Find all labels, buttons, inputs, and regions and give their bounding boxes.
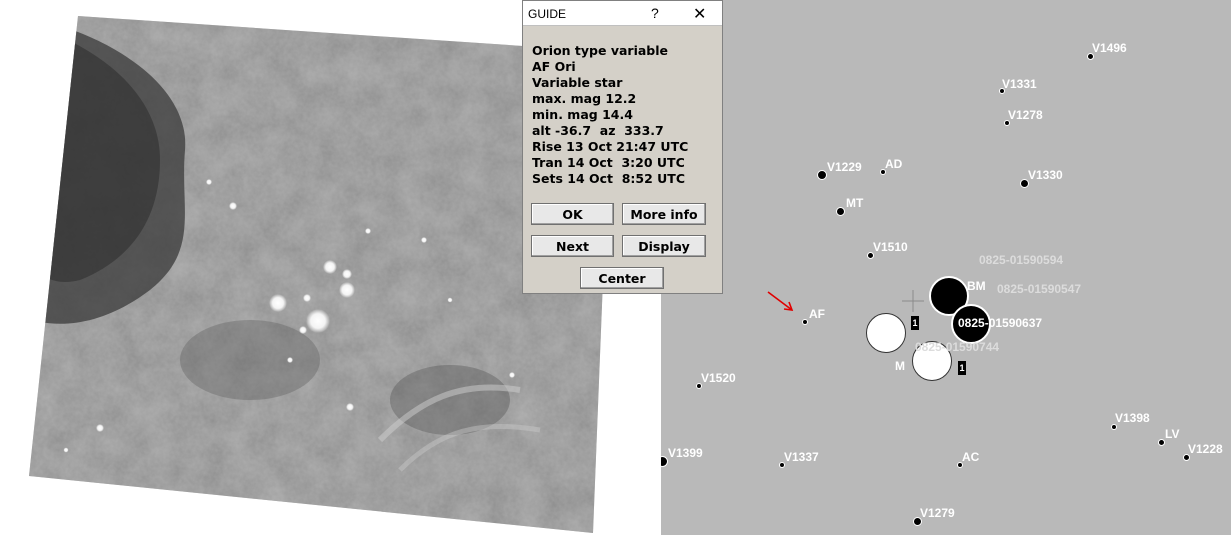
object-label-v1337[interactable]: V1337 [784,451,819,463]
object-label-v1398[interactable]: V1398 [1115,412,1150,424]
object-label-bm[interactable]: BM [967,280,986,292]
center-button[interactable]: Center [580,267,664,289]
object-label-v1229[interactable]: V1229 [827,161,862,173]
object-label-mt[interactable]: MT [846,197,863,209]
dialog-title: GUIDE [528,7,567,21]
object-label-v1520[interactable]: V1520 [701,372,736,384]
object-label-v1399[interactable]: V1399 [668,447,703,459]
star-dot[interactable] [836,207,845,216]
close-icon[interactable]: ✕ [693,4,706,24]
help-icon[interactable]: ? [651,5,659,21]
star-dot[interactable] [817,170,827,180]
object-label-0825-01590594[interactable]: 0825-01590594 [979,254,1063,266]
star-dot[interactable] [661,456,668,467]
bright-star-disk-white[interactable] [866,313,906,353]
dialog-titlebar[interactable]: GUIDE ? ✕ [523,1,722,26]
object-info: Orion type variable AF Ori Variable star… [532,43,688,187]
info-line-set: Sets 14 Oct 8:52 UTC [532,171,686,186]
object-label-0825-01590547[interactable]: 0825-01590547 [997,283,1081,295]
display-button[interactable]: Display [622,235,706,257]
object-label-v1228[interactable]: V1228 [1188,443,1223,455]
info-line-min-mag: min. mag 14.4 [532,107,633,122]
object-label-0825-01590637[interactable]: 0825-01590637 [958,317,1042,329]
object-label-af[interactable]: AF [809,308,825,320]
object-label-v1330[interactable]: V1330 [1028,169,1063,181]
star-chart[interactable]: 1 1 V1496 V1331 V1278 V1229 AD V1330 MT … [661,0,1231,535]
info-line-transit: Tran 14 Oct 3:20 UTC [532,155,685,170]
ok-button[interactable]: OK [531,203,614,225]
object-label-lv[interactable]: LV [1165,428,1179,440]
info-line-max-mag: max. mag 12.2 [532,91,637,106]
info-line-class: Variable star [532,75,623,90]
object-label-v1510[interactable]: V1510 [873,241,908,253]
star-dot[interactable] [1158,439,1165,446]
info-line-type: Orion type variable [532,43,668,58]
marker-tag: 1 [958,361,966,375]
crosshair-icon [902,290,924,312]
marker-tag: 1 [911,316,919,330]
object-label-v1279[interactable]: V1279 [920,507,955,519]
star-dot[interactable] [802,319,808,325]
pointer-arrow-icon [767,291,794,311]
more-info-button[interactable]: More info [622,203,706,225]
next-button[interactable]: Next [531,235,614,257]
object-label-v1331[interactable]: V1331 [1002,78,1037,90]
info-line-rise: Rise 13 Oct 21:47 UTC [532,139,689,154]
object-label-v1496[interactable]: V1496 [1092,42,1127,54]
object-label-m[interactable]: M [895,360,905,372]
info-line-alt-az: alt -36.7 az 333.7 [532,123,664,138]
info-line-name: AF Ori [532,59,576,74]
object-label-v1278[interactable]: V1278 [1008,109,1043,121]
object-label-0825-01590744[interactable]: 0825-01590744 [915,341,999,353]
guide-dialog[interactable]: GUIDE ? ✕ Orion type variable AF Ori Var… [522,0,723,294]
object-label-ad[interactable]: AD [885,158,902,170]
object-label-ac[interactable]: AC [962,451,979,463]
